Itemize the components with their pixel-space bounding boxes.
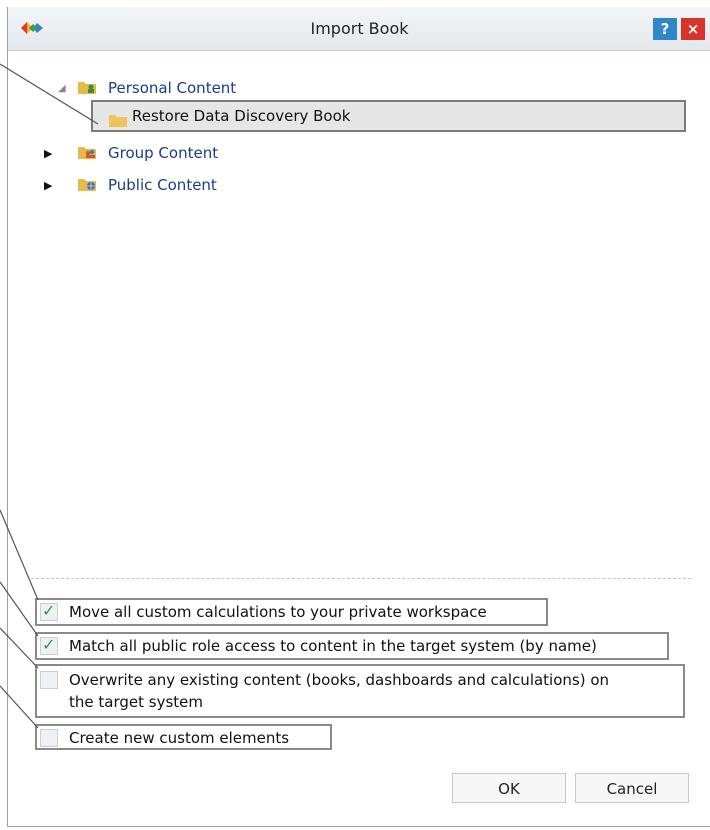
callout-lines: [0, 63, 99, 729]
